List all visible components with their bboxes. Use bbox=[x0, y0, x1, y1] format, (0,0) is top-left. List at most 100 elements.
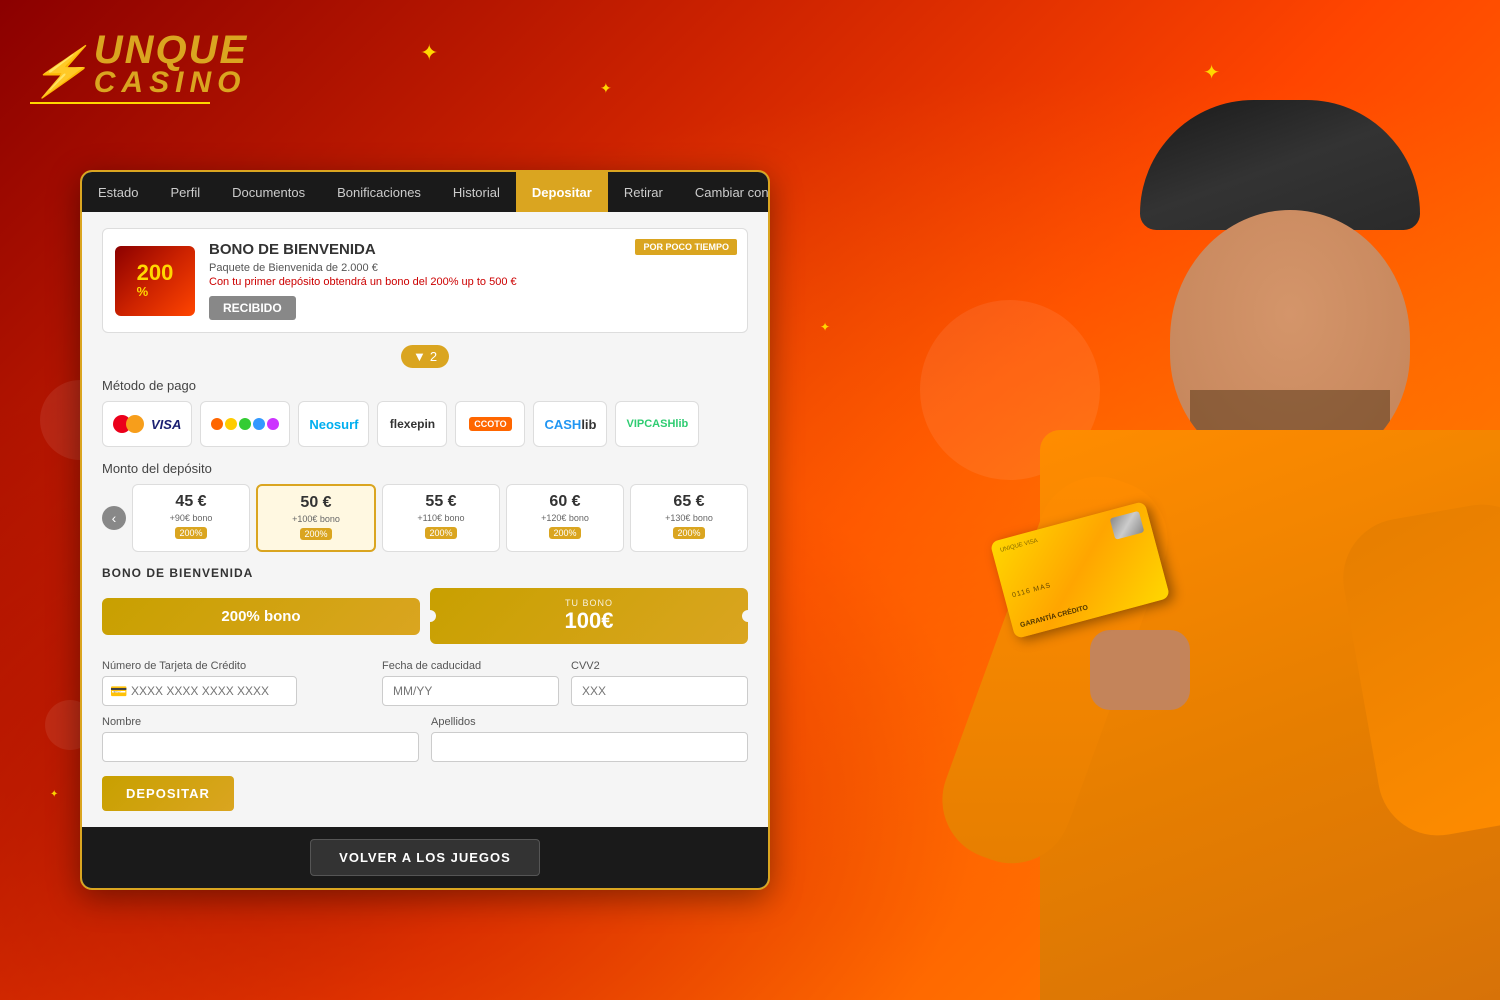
card-number-input[interactable] bbox=[102, 676, 297, 706]
cvv-label: CVV2 bbox=[571, 660, 748, 672]
nav-perfil[interactable]: Perfil bbox=[154, 172, 216, 212]
amount-55[interactable]: 55 € +110€ bono 200% bbox=[382, 484, 500, 552]
prev-amount-button[interactable]: ‹ bbox=[102, 506, 126, 530]
amount-45-bonus: +90€ bono bbox=[139, 513, 243, 523]
recibido-button[interactable]: RECIBIDO bbox=[209, 296, 296, 320]
nav-cambiar-contrasena[interactable]: Cambiar contraseña bbox=[679, 172, 770, 212]
sparkle-7: ✦ bbox=[50, 789, 58, 800]
amount-45-value: 45 € bbox=[139, 493, 243, 511]
payment-section-label: Método de pago bbox=[102, 378, 748, 393]
cvv-group: CVV2 bbox=[571, 660, 748, 706]
bonus-badge-percent: % bbox=[137, 284, 174, 299]
bonus-badge: 200 % bbox=[115, 246, 195, 316]
amount-60-bonus: +120€ bono bbox=[513, 513, 617, 523]
apellidos-input[interactable] bbox=[431, 732, 748, 762]
payment-cashlib[interactable]: CASHlib bbox=[533, 401, 607, 447]
credit-card-icon: 💳 bbox=[110, 683, 127, 700]
bonus-banner: 200 % BONO DE BIENVENIDA Paquete de Bien… bbox=[102, 228, 748, 333]
flexepin-text: flexepin bbox=[390, 417, 435, 431]
apellidos-group: Apellidos bbox=[431, 716, 748, 762]
logo: ⚡ UNQUE CASINO bbox=[30, 30, 248, 104]
amount-65-bonus: +130€ bono bbox=[637, 513, 741, 523]
payment-neosurf[interactable]: Neosurf bbox=[298, 401, 369, 447]
nav-historial[interactable]: Historial bbox=[437, 172, 516, 212]
amount-50-percent: 200% bbox=[300, 528, 331, 540]
amount-50[interactable]: 50 € +100€ bono 200% bbox=[256, 484, 376, 552]
bonus-badge-number: 200 bbox=[137, 262, 174, 284]
payment-methods-container: VISA Neosurf flexepin CCOTO bbox=[102, 401, 748, 447]
bonus-amount-box: TU BONO 100€ bbox=[430, 588, 748, 644]
apellidos-label: Apellidos bbox=[431, 716, 748, 728]
sparkle-2: ✦ bbox=[600, 80, 612, 97]
amount-65-value: 65 € bbox=[637, 493, 741, 511]
bonus-percent-box: 200% bono bbox=[102, 598, 420, 635]
hand bbox=[1090, 630, 1190, 710]
payment-visa-mc[interactable]: VISA bbox=[102, 401, 192, 447]
logo-line2: CASINO bbox=[94, 66, 248, 100]
amount-60-percent: 200% bbox=[549, 527, 580, 539]
arrow-indicator: ▼ 2 bbox=[102, 345, 748, 368]
logo-line1: UNQUE bbox=[94, 30, 248, 70]
payment-ecoto[interactable]: CCOTO bbox=[455, 401, 525, 447]
bonus-section-title: BONO DE BIENVENIDA bbox=[102, 566, 748, 580]
nav-bonificaciones[interactable]: Bonificaciones bbox=[321, 172, 437, 212]
fecha-group: Fecha de caducidad bbox=[382, 660, 559, 706]
fecha-input[interactable] bbox=[382, 676, 559, 706]
fecha-label: Fecha de caducidad bbox=[382, 660, 559, 672]
tu-bono-amount: 100€ bbox=[446, 608, 732, 634]
deposit-amounts-container: ‹ 45 € +90€ bono 200% 50 € +100€ bono 20… bbox=[102, 484, 748, 552]
main-panel: Estado Perfil Documentos Bonificaciones … bbox=[80, 170, 770, 890]
bonus-row: 200% bono TU BONO 100€ bbox=[102, 588, 748, 644]
logo-underline bbox=[30, 102, 210, 104]
depositar-button[interactable]: DEPOSITAR bbox=[102, 776, 234, 811]
volver-button[interactable]: VOLVER A LOS JUEGOS bbox=[310, 839, 540, 876]
bonus-highlight: Con tu primer depósito obtendrá un bono … bbox=[209, 276, 735, 288]
cvv-input[interactable] bbox=[571, 676, 748, 706]
visa-text: VISA bbox=[151, 417, 181, 432]
amount-45-percent: 200% bbox=[175, 527, 206, 539]
nombre-label: Nombre bbox=[102, 716, 419, 728]
bonus-section: BONO DE BIENVENIDA 200% bono TU BONO 100… bbox=[102, 566, 748, 644]
arrow-down-button[interactable]: ▼ 2 bbox=[401, 345, 449, 368]
navigation-bar: Estado Perfil Documentos Bonificaciones … bbox=[82, 172, 768, 212]
payment-vipcash[interactable]: VIPCASHlib bbox=[615, 401, 699, 447]
mastercard-right-icon bbox=[126, 415, 144, 433]
bonus-desc: Paquete de Bienvenida de 2.000 € bbox=[209, 262, 735, 274]
nav-estado[interactable]: Estado bbox=[82, 172, 154, 212]
amount-50-bonus: +100€ bono bbox=[264, 514, 368, 524]
payment-skrill[interactable] bbox=[200, 401, 290, 447]
nombre-input[interactable] bbox=[102, 732, 419, 762]
ecoto-text: CCOTO bbox=[469, 417, 511, 431]
vipcash-text: VIPCASHlib bbox=[626, 418, 688, 430]
neosurf-text: Neosurf bbox=[309, 417, 358, 432]
card-number-group: Número de Tarjeta de Crédito 💳 bbox=[102, 660, 370, 706]
amount-65[interactable]: 65 € +130€ bono 200% bbox=[630, 484, 748, 552]
amount-60-value: 60 € bbox=[513, 493, 617, 511]
card-number-row: Número de Tarjeta de Crédito 💳 Fecha de … bbox=[102, 660, 748, 706]
amount-60[interactable]: 60 € +120€ bono 200% bbox=[506, 484, 624, 552]
deposit-section-label: Monto del depósito bbox=[102, 461, 748, 476]
lightning-icon: ⚡ bbox=[30, 43, 90, 100]
amount-50-value: 50 € bbox=[264, 494, 368, 512]
nombre-group: Nombre bbox=[102, 716, 419, 762]
bottom-bar: VOLVER A LOS JUEGOS bbox=[82, 827, 768, 888]
card-number-label: Número de Tarjeta de Crédito bbox=[102, 660, 370, 672]
nav-depositar[interactable]: Depositar bbox=[516, 172, 608, 212]
name-row: Nombre Apellidos bbox=[102, 716, 748, 762]
arrow-number: 2 bbox=[430, 349, 437, 364]
arrow-down-icon: ▼ bbox=[413, 349, 426, 364]
tu-bono-label: TU BONO bbox=[446, 598, 732, 608]
sparkle-1: ✦ bbox=[420, 40, 438, 66]
card-number-wrapper: 💳 bbox=[102, 676, 370, 706]
payment-flexepin[interactable]: flexepin bbox=[377, 401, 447, 447]
content-area: 200 % BONO DE BIENVENIDA Paquete de Bien… bbox=[82, 212, 768, 827]
amount-65-percent: 200% bbox=[673, 527, 704, 539]
nav-documentos[interactable]: Documentos bbox=[216, 172, 321, 212]
amount-55-percent: 200% bbox=[425, 527, 456, 539]
amount-55-value: 55 € bbox=[389, 493, 493, 511]
nav-retirar[interactable]: Retirar bbox=[608, 172, 679, 212]
credit-card-form: Número de Tarjeta de Crédito 💳 Fecha de … bbox=[102, 660, 748, 762]
ticket-notch-right bbox=[742, 610, 754, 622]
ticket-notch-left bbox=[424, 610, 436, 622]
amount-45[interactable]: 45 € +90€ bono 200% bbox=[132, 484, 250, 552]
